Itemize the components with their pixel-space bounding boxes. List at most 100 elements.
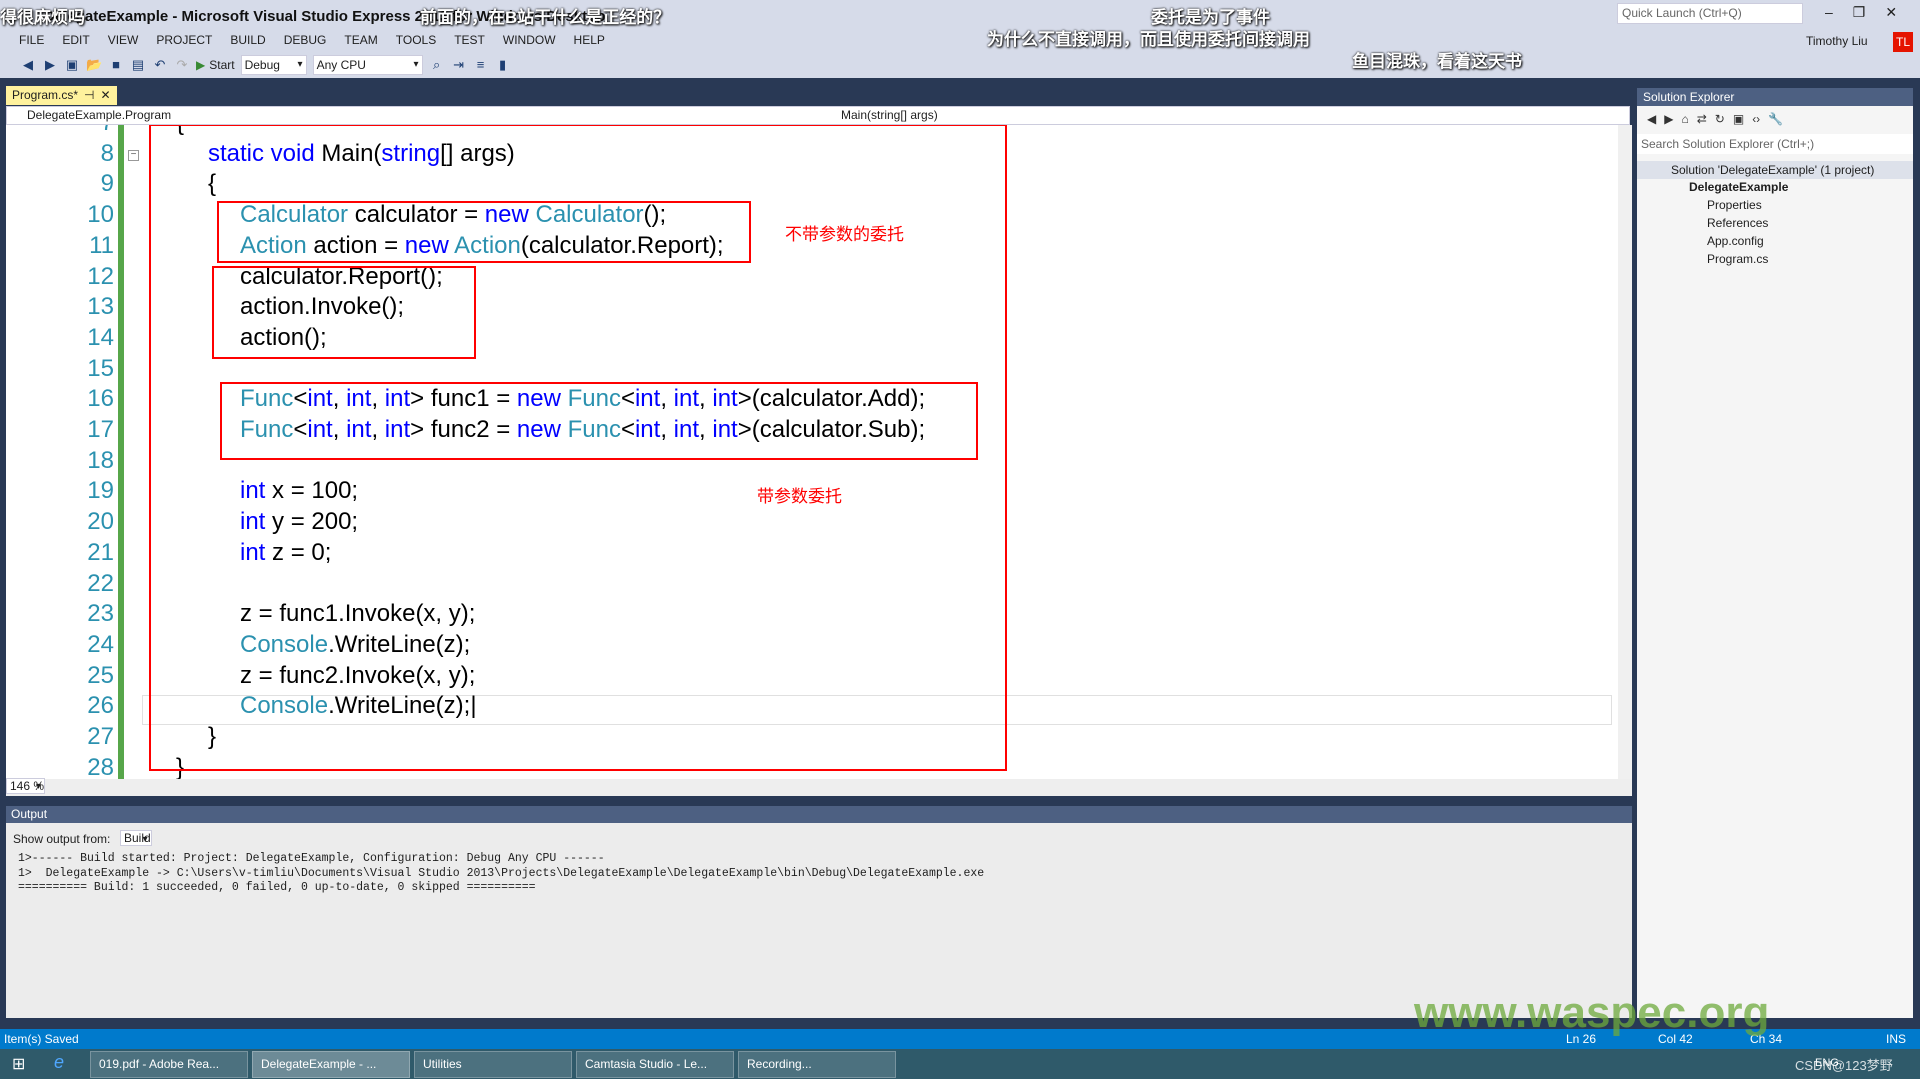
menu-project[interactable]: PROJECT [147,33,221,47]
document-tab-row [0,78,1632,108]
line-number: 25 [87,661,114,689]
line-number: 22 [87,569,114,597]
status-mode: INS [1886,1032,1907,1046]
tree-project[interactable]: DelegateExample [1689,180,1788,194]
tab-program-cs[interactable]: Program.cs* ⊣ ✕ [6,86,117,105]
menu-team[interactable]: TEAM [335,33,386,47]
menu-debug[interactable]: DEBUG [275,33,336,47]
taskbar-item[interactable]: Camtasia Studio - Le... [576,1051,734,1078]
menu-tools[interactable]: TOOLS [387,33,445,47]
horizontal-scrollbar[interactable]: 146 % [6,778,1632,796]
user-name[interactable]: Timothy Liu [1806,34,1868,48]
class-dropdown[interactable]: DelegateExample.Program [27,107,171,124]
line-number: 26 [87,692,114,720]
line-number: 27 [87,723,114,750]
taskbar-item[interactable]: Utilities [414,1051,572,1078]
refresh-icon[interactable]: ↻ [1715,112,1725,126]
find-icon[interactable]: ⌕ [429,57,445,73]
close-icon[interactable]: ✕ [1885,4,1897,21]
collapse-icon[interactable]: − [128,149,139,161]
subtitle: 前面的，在B站干什么是正经的？ [420,8,671,27]
windows-start-icon[interactable]: ⊞ [12,1054,25,1074]
toolbar: ◀ ▶ ▣ 📂 ■ ▤ ↶ ↷ ▶Start Debug Any CPU ⌕ ⇥… [20,54,511,75]
start-button[interactable]: ▶ Start [196,58,235,72]
vertical-scrollbar[interactable] [1618,125,1632,779]
back-icon[interactable]: ◀ [20,57,36,73]
collapse-icon[interactable]: ▣ [1733,112,1744,126]
subtitle: 得很麻烦吗 [0,8,85,27]
highlight-box [220,382,978,460]
csdn-watermark: CSDN@123梦野 [1795,1058,1893,1073]
output-text[interactable]: 1>------ Build started: Project: Delegat… [18,852,984,896]
window-controls: ‒ ❐ ✕ [1825,4,1897,21]
sync-icon[interactable]: ⇄ [1697,112,1707,126]
indent-icon[interactable]: ⇥ [451,57,467,73]
tree-solution[interactable]: Solution 'DelegateExample' (1 project) [1637,161,1913,179]
menu-window[interactable]: WINDOW [494,33,565,47]
internet-explorer-icon[interactable]: e [54,1052,64,1073]
show-output-label: Show output from: [13,832,111,846]
configuration-select[interactable]: Debug [240,54,307,75]
platform-select[interactable]: Any CPU [312,54,423,75]
solution-explorer-toolbar: ◀ ▶ ⌂ ⇄ ↻ ▣ ‹› 🔧 [1647,112,1783,126]
comment-icon[interactable]: ≡ [473,57,489,73]
menu-edit[interactable]: EDIT [53,33,98,47]
taskbar-item[interactable]: DelegateExample - ... [252,1051,410,1078]
taskbar-item[interactable]: 019.pdf - Adobe Rea... [90,1051,248,1078]
code-icon[interactable]: ‹› [1752,112,1760,126]
menu-test[interactable]: TEST [445,33,494,47]
solution-search-input[interactable]: Search Solution Explorer (Ctrl+;) [1637,134,1913,154]
forward-icon[interactable]: ▶ [1664,112,1673,126]
new-project-icon[interactable]: ▣ [64,57,80,73]
save-all-icon[interactable]: ▤ [130,57,146,73]
member-dropdown[interactable]: Main(string[] args) [841,107,938,124]
code-editor[interactable]: 7{8static void Main(string[] args)−9{10C… [6,125,1632,779]
solution-explorer: Solution Explorer ◀ ▶ ⌂ ⇄ ↻ ▣ ‹› 🔧 Search Solut… [1637,88,1913,1018]
properties-icon[interactable]: 🔧 [1768,112,1783,126]
line-number: 24 [87,630,114,658]
line-number: 11 [89,231,114,259]
subtitle: 为什么不直接调用，而且使用委托间接调用 [987,30,1310,49]
bookmark-icon[interactable]: ▮ [495,57,511,73]
menu-help[interactable]: HELP [565,33,614,47]
menu-bar: FILE EDIT VIEW PROJECT BUILD DEBUG TEAM TOOLS TE… [10,33,614,47]
menu-build[interactable]: BUILD [221,33,274,47]
line-number: 18 [87,446,114,474]
tree-item-properties[interactable]: Properties [1707,198,1762,212]
close-tab-icon[interactable]: ✕ [100,86,110,105]
taskbar: ⊞ e 019.pdf - Adobe Rea... DelegateExamp… [0,1049,1920,1079]
line-number: 10 [87,201,114,229]
undo-icon[interactable]: ↶ [152,57,168,73]
zoom-select[interactable]: 146 % [6,778,46,794]
output-title: Output [6,806,1632,823]
output-source-select[interactable]: Build [120,830,152,846]
output-panel: Output Show output from: Build 1>------ … [6,806,1632,1018]
annotation: 不带参数的委托 [785,225,904,245]
highlight-box [217,201,751,263]
avatar[interactable]: TL [1893,32,1913,52]
navigation-bar: DelegateExample.Program Main(string[] ar… [6,106,1630,125]
line-number: 17 [87,416,114,443]
subtitle: 鱼目混珠，看着这天书 [1352,52,1522,71]
minimize-icon[interactable]: ‒ [1825,4,1833,21]
quick-launch-input[interactable]: Quick Launch (Ctrl+Q) [1617,3,1803,24]
tree-item-references[interactable]: References [1707,216,1768,230]
save-icon[interactable]: ■ [108,57,124,73]
watermark: www.waspec.org [1414,988,1770,1037]
tree-item-app-config[interactable]: App.config [1707,234,1764,248]
open-file-icon[interactable]: 📂 [86,57,102,73]
line-number: 13 [87,293,114,321]
menu-file[interactable]: FILE [10,33,53,47]
tree-item-program-cs[interactable]: Program.cs [1707,252,1768,266]
restore-icon[interactable]: ❐ [1853,4,1866,21]
line-number: 14 [87,323,114,351]
back-icon[interactable]: ◀ [1647,112,1656,126]
home-icon[interactable]: ⌂ [1681,112,1688,126]
redo-icon[interactable]: ↷ [174,57,190,73]
taskbar-item[interactable]: Recording... [738,1051,896,1078]
line-number: 8 [100,139,114,167]
line-number: 28 [87,753,114,779]
forward-icon[interactable]: ▶ [42,57,58,73]
menu-view[interactable]: VIEW [99,33,148,47]
pin-icon[interactable]: ⊣ [84,86,94,105]
